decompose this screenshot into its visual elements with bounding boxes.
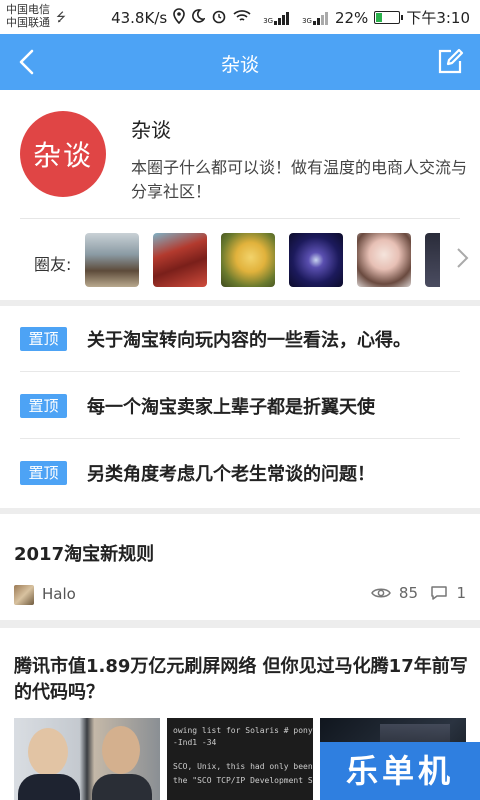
comments-stat: 1: [430, 584, 466, 602]
pinned-post[interactable]: 置顶 关于淘宝转向玩内容的一些看法，心得。: [20, 306, 460, 372]
member-avatars: [85, 233, 440, 287]
code-line: the "SCO TCP/IP Development Sy: [173, 776, 313, 785]
carrier-info: 中国电信 中国联通: [6, 3, 50, 29]
member-avatar[interactable]: [357, 233, 411, 287]
signal-label-1: 3G: [263, 16, 274, 25]
chevron-right-icon[interactable]: [452, 244, 472, 272]
location-icon: [173, 7, 185, 28]
thumbnail-image[interactable]: [14, 718, 160, 800]
views-count: 85: [398, 584, 418, 602]
eye-icon: [371, 588, 391, 598]
pinned-post-title: 每一个淘宝卖家上辈子都是折翼天使: [87, 396, 375, 418]
watermark-logo: 乐单机: [320, 742, 480, 800]
comment-icon: [431, 586, 448, 600]
comments-count: 1: [456, 584, 466, 602]
carrier-2: 中国联通: [6, 16, 50, 29]
circle-logo: 杂谈: [20, 111, 106, 197]
pinned-badge: 置顶: [20, 393, 67, 418]
status-bar: 中国电信 中国联通 ⭍ 43.8K/s 3G 3G 22% 下午3:10: [0, 0, 480, 34]
member-avatar[interactable]: [153, 233, 207, 287]
signal-icon-1: 3G: [257, 11, 290, 25]
battery-percent: 22%: [334, 8, 369, 27]
views-stat: 85: [371, 584, 418, 602]
circle-info-card: 杂谈 杂谈 本圈子什么都可以谈！做有温度的电商人交流与分享社区！ 圈友:: [0, 90, 480, 300]
pinned-post[interactable]: 置顶 每一个淘宝卖家上辈子都是折翼天使: [20, 373, 460, 439]
post-title: 腾讯市值1.89万亿元刷屏网络 但你见过马化腾17年前写的代码吗？: [14, 656, 468, 703]
signal-icon-2: 3G: [296, 11, 329, 25]
divider: [20, 218, 460, 219]
member-avatar[interactable]: [289, 233, 343, 287]
member-avatar[interactable]: [221, 233, 275, 287]
pinned-badge: 置顶: [20, 461, 67, 485]
battery-icon: [374, 11, 404, 24]
pinned-posts: 置顶 关于淘宝转向玩内容的一些看法，心得。 置顶 每一个淘宝卖家上辈子都是折翼天…: [0, 306, 480, 508]
thumbnail-image[interactable]: owing list for Solaris # pony ad -Ind1 -…: [167, 718, 313, 800]
code-line: -Ind1 -34: [173, 738, 217, 747]
code-line: SCO, Unix, this had only been: [173, 762, 313, 771]
pinned-post[interactable]: 置顶 另类角度考虑几个老生常谈的问题！: [20, 440, 460, 506]
circle-description: 本圈子什么都可以谈！做有温度的电商人交流与分享社区！: [131, 158, 468, 201]
member-avatar[interactable]: [85, 233, 139, 287]
clock: 下午3:10: [406, 9, 470, 27]
moon-icon: [191, 8, 206, 27]
carrier-1: 中国电信: [6, 3, 50, 16]
members-label: 圈友:: [34, 255, 72, 274]
status-icons: 43.8K/s 3G 3G 22% 下午3:10: [105, 7, 470, 28]
wifi-icon: [233, 9, 251, 27]
post-card[interactable]: 2017淘宝新规则 Halo 85 1: [0, 514, 480, 620]
post-meta: Halo 85 1: [14, 584, 466, 606]
alarm-icon: [211, 8, 227, 28]
signal-label-2: 3G: [302, 16, 312, 25]
pinned-post-title: 另类角度考虑几个老生常谈的问题！: [87, 464, 375, 485]
pinned-post-title: 关于淘宝转向玩内容的一些看法，心得。: [87, 329, 411, 351]
member-avatar[interactable]: [425, 233, 440, 287]
post-title: 2017淘宝新规则: [14, 544, 155, 565]
author-avatar[interactable]: [14, 585, 34, 605]
usb-icon: ⭍: [56, 10, 66, 24]
code-line: owing list for Solaris # pony ad: [173, 726, 313, 735]
circle-name: 杂谈: [131, 118, 171, 142]
page-title: 杂谈: [220, 54, 259, 76]
app-header: 杂谈: [0, 34, 480, 90]
edit-icon[interactable]: [434, 46, 466, 78]
author-name[interactable]: Halo: [42, 585, 76, 603]
pinned-badge: 置顶: [20, 326, 67, 351]
net-speed: 43.8K/s: [111, 8, 168, 27]
